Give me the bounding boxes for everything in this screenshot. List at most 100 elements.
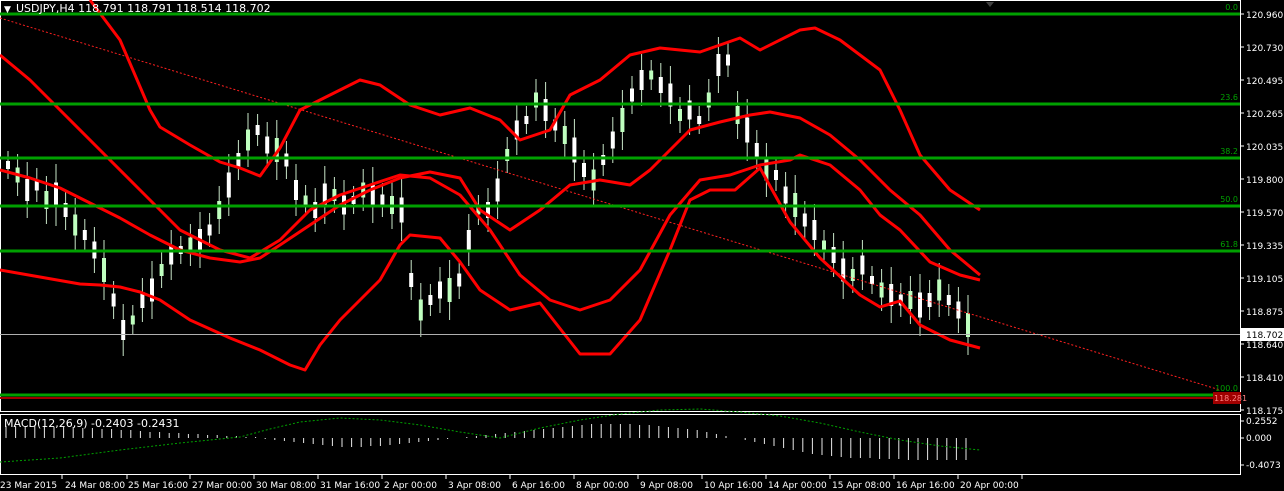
- candle-body: [802, 213, 807, 227]
- time-tick-label: 23 Mar 2015: [0, 481, 57, 491]
- macd-axis: 0.2552 0.000 -0.4073: [1240, 417, 1281, 471]
- candle-body: [246, 129, 250, 151]
- candle-body: [562, 126, 567, 144]
- candle-body: [850, 269, 855, 281]
- time-tick-label: 24 Mar 08:00: [65, 481, 125, 491]
- candle-body: [303, 195, 308, 205]
- macd-title: MACD(12,26,9) -0.2403 -0.2431: [4, 417, 179, 430]
- scroll-marker-icon[interactable]: [986, 2, 994, 7]
- candles-layer: [6, 37, 970, 356]
- candle-body: [438, 281, 442, 299]
- price-axis[interactable]: 120.960 120.730 120.495 120.265 120.035 119.8…: [1213, 11, 1284, 417]
- candle-body: [495, 178, 500, 202]
- candle-body: [735, 106, 740, 124]
- candle-body: [217, 201, 222, 219]
- candle-body: [783, 186, 788, 204]
- candle-body: [610, 131, 615, 149]
- red-price-label: 118.281: [1214, 394, 1247, 403]
- time-tick-label: 6 Apr 16:00: [512, 481, 565, 491]
- fibo-level-label: 100.0: [1215, 384, 1238, 393]
- candle-body: [639, 70, 644, 90]
- candle-body: [745, 117, 750, 143]
- candle-body: [25, 179, 30, 201]
- candle-body: [658, 77, 663, 93]
- candle-body: [447, 278, 452, 302]
- price-tick-label: 120.960: [1246, 11, 1283, 21]
- candle-body: [6, 161, 10, 169]
- chart-frame: [0, 0, 1241, 475]
- candle-body: [466, 230, 471, 250]
- candle-body: [294, 180, 298, 200]
- price-tick-label: 118.640: [1246, 341, 1283, 351]
- candle-body: [418, 299, 423, 321]
- chart-canvas[interactable]: 0.023.638.250.061.8100.0 120.960120.7301…: [0, 0, 1284, 491]
- price-tick-label: 119.105: [1246, 275, 1283, 285]
- candle-body: [812, 220, 817, 240]
- candle-body: [409, 273, 414, 287]
- price-tick-label: 118.875: [1246, 308, 1283, 318]
- candle-body: [380, 194, 385, 206]
- price-tick-label: 120.730: [1246, 44, 1283, 54]
- candle-body: [822, 240, 826, 250]
- price-tick-label: 119.570: [1246, 209, 1283, 219]
- candle-body: [726, 54, 730, 66]
- time-tick-label: 25 Mar 16:00: [128, 481, 188, 491]
- candle-body: [159, 264, 164, 276]
- candle-body: [927, 293, 932, 307]
- candle-body: [697, 116, 702, 124]
- candle-body: [265, 136, 270, 154]
- candle-body: [774, 170, 778, 180]
- candle-body: [226, 172, 231, 198]
- candle-body: [169, 245, 174, 265]
- price-tick-label: 119.335: [1246, 242, 1283, 252]
- candle-body: [82, 230, 87, 240]
- macd-tick-label: -0.4073: [1246, 461, 1281, 471]
- header-arrow-icon[interactable]: ▼: [4, 5, 11, 15]
- candle-body: [620, 108, 625, 132]
- candle-body: [130, 315, 135, 325]
- candle-body: [457, 273, 462, 287]
- candle-body: [908, 291, 913, 309]
- candle-body: [860, 255, 865, 275]
- time-tick-label: 16 Apr 16:00: [896, 481, 955, 491]
- candle-body: [831, 247, 836, 263]
- price-tick-label: 118.410: [1246, 374, 1283, 384]
- time-tick-label: 31 Mar 16:00: [320, 481, 380, 491]
- time-tick-label: 9 Apr 08:00: [640, 481, 693, 491]
- price-tick-label: 120.265: [1246, 110, 1283, 120]
- time-tick-label: 27 Mar 00:00: [192, 481, 252, 491]
- time-tick-label: 2 Apr 00:00: [384, 481, 437, 491]
- candle-body: [313, 202, 318, 218]
- time-tick-label: 20 Apr 00:00: [960, 481, 1019, 491]
- candle-body: [236, 153, 241, 167]
- fibonacci-retracement[interactable]: [0, 12, 1240, 397]
- current-price-label: 118.702: [1246, 331, 1283, 341]
- macd-plot-border: [0, 414, 1241, 475]
- time-axis[interactable]: 23 Mar 2015 24 Mar 08:00 25 Mar 16:00 27 Ma…: [0, 475, 1023, 491]
- candle-body: [946, 295, 951, 305]
- candle-body: [966, 313, 970, 337]
- candle-body: [543, 99, 548, 121]
- fibo-level-label: 61.8: [1220, 240, 1238, 249]
- time-tick-label: 30 Mar 08:00: [256, 481, 316, 491]
- time-tick-label: 10 Apr 16:00: [704, 481, 763, 491]
- price-tick-label: 118.175: [1246, 407, 1283, 417]
- candle-body: [207, 224, 212, 236]
- time-tick-label: 3 Apr 08:00: [448, 481, 501, 491]
- candle-body: [121, 320, 126, 340]
- candle-body: [649, 70, 654, 80]
- candle-body: [582, 163, 586, 177]
- candle-body: [678, 109, 682, 121]
- time-tick-label: 14 Apr 00:00: [768, 481, 827, 491]
- candle-body: [111, 293, 116, 307]
- candle-body: [284, 153, 289, 167]
- price-tick-label: 119.800: [1246, 176, 1283, 186]
- time-tick-label: 15 Apr 08:00: [832, 481, 891, 491]
- candle-body: [399, 197, 404, 223]
- candle-body: [73, 214, 78, 236]
- candle-body: [918, 292, 922, 318]
- candle-body: [879, 282, 884, 298]
- candle-body: [754, 143, 759, 157]
- symbol-title: USDJPY,H4 118.791 118.791 118.514 118.70…: [16, 2, 271, 15]
- candle-body: [870, 276, 874, 284]
